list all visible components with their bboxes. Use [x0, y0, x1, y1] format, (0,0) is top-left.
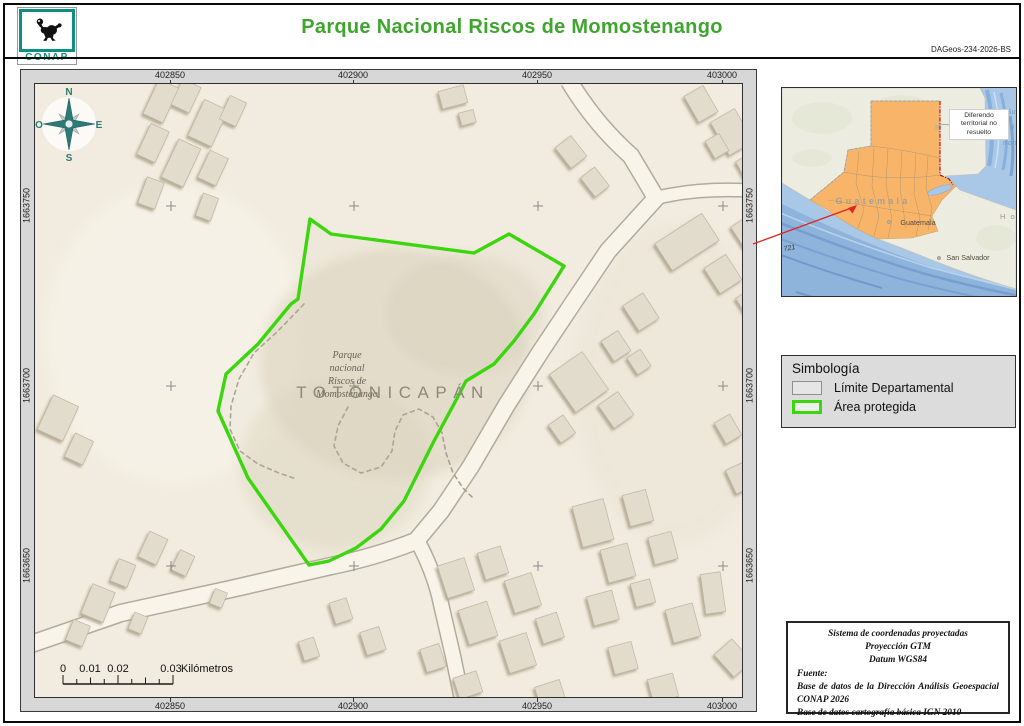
grid-label-y: 1663650: [21, 536, 34, 596]
belize-label-fragment: B: [935, 125, 940, 132]
grid-label-x: 402850: [140, 69, 200, 82]
document-id: DAGeos-234-2026-BS: [931, 45, 1011, 54]
honduras-label-fragment: H o n: [1000, 212, 1016, 221]
scale-label: 0.02: [107, 663, 128, 675]
grid-label-x: 402900: [323, 700, 383, 713]
scale-label: 0.01: [79, 663, 100, 675]
department-label: TOTONICAPÁN: [296, 383, 490, 402]
scale-label: 0: [60, 663, 66, 675]
credits-box: Sistema de coordenadas proyectadas Proye…: [786, 621, 1010, 714]
crs-line: Datum WGS84: [797, 654, 999, 667]
country-label: Guatemala: [836, 196, 911, 206]
legend-title: Simbología: [792, 361, 1005, 376]
source-line: Base de datos cartografía básica IGN 201…: [797, 707, 999, 720]
park-label-line: Parque: [331, 350, 362, 361]
page-title: Parque Nacional Riscos de Momostenango: [120, 16, 904, 39]
scale-label: 0.03: [160, 663, 181, 675]
crs-line: Proyección GTM: [797, 641, 999, 654]
conap-monkey-icon: [19, 9, 75, 52]
departmental-limit-swatch: [792, 381, 822, 395]
main-map-canvas: Parque nacional Riscos de Momostenango T…: [34, 83, 743, 698]
grid-label-x: 402950: [507, 700, 567, 713]
grid-label-x: 402900: [323, 69, 383, 82]
source-line: Base de datos de la Dirección Análisis G…: [797, 681, 999, 707]
grid-label-x: 403000: [692, 700, 752, 713]
grid-label-y: 1663700: [21, 356, 34, 416]
city-dot-guatemala: [887, 220, 891, 224]
compass-w: O: [35, 120, 43, 131]
grid-label-y: 1663700: [744, 356, 757, 416]
legend-item-protected-area: Área protegida: [792, 400, 1005, 414]
map-sheet: CONAP Parque Nacional Riscos de Momosten…: [0, 0, 1024, 726]
compass-s: S: [66, 153, 73, 164]
header-divider: [5, 57, 1019, 59]
grid-label-y: 1663750: [744, 176, 757, 236]
san-salvador-label: San Salvador: [946, 253, 990, 262]
inset-locator-map: B Guatemala Guatemala San Salvador H o n…: [781, 87, 1017, 297]
grid-label-y: 1663750: [21, 176, 34, 236]
scale-unit: Kilómetros: [181, 663, 233, 675]
grid-label-y: 1663650: [744, 536, 757, 596]
source-heading: Fuente:: [797, 668, 999, 681]
svg-text:non d: non d: [1003, 140, 1016, 147]
territorial-dispute-note: Diferendo territorial no resuelto: [949, 109, 1009, 140]
grid-label-x: 402850: [140, 700, 200, 713]
city-dot-san-salvador: [937, 256, 941, 260]
legend-item-departmental: Límite Departamental: [792, 381, 1005, 395]
compass-e: E: [96, 120, 103, 131]
legend: Simbología Límite Departamental Área pro…: [781, 355, 1016, 428]
city-label: Guatemala: [900, 218, 935, 227]
crs-line: Sistema de coordenadas proyectadas: [797, 628, 999, 641]
compass-n: N: [65, 87, 72, 98]
park-label-line: nacional: [330, 363, 365, 374]
grid-label-x: 402950: [507, 69, 567, 82]
protected-area-swatch: [792, 400, 822, 414]
grid-label-x: 403000: [692, 69, 752, 82]
main-map-panel: Parque nacional Riscos de Momostenango T…: [20, 69, 757, 712]
